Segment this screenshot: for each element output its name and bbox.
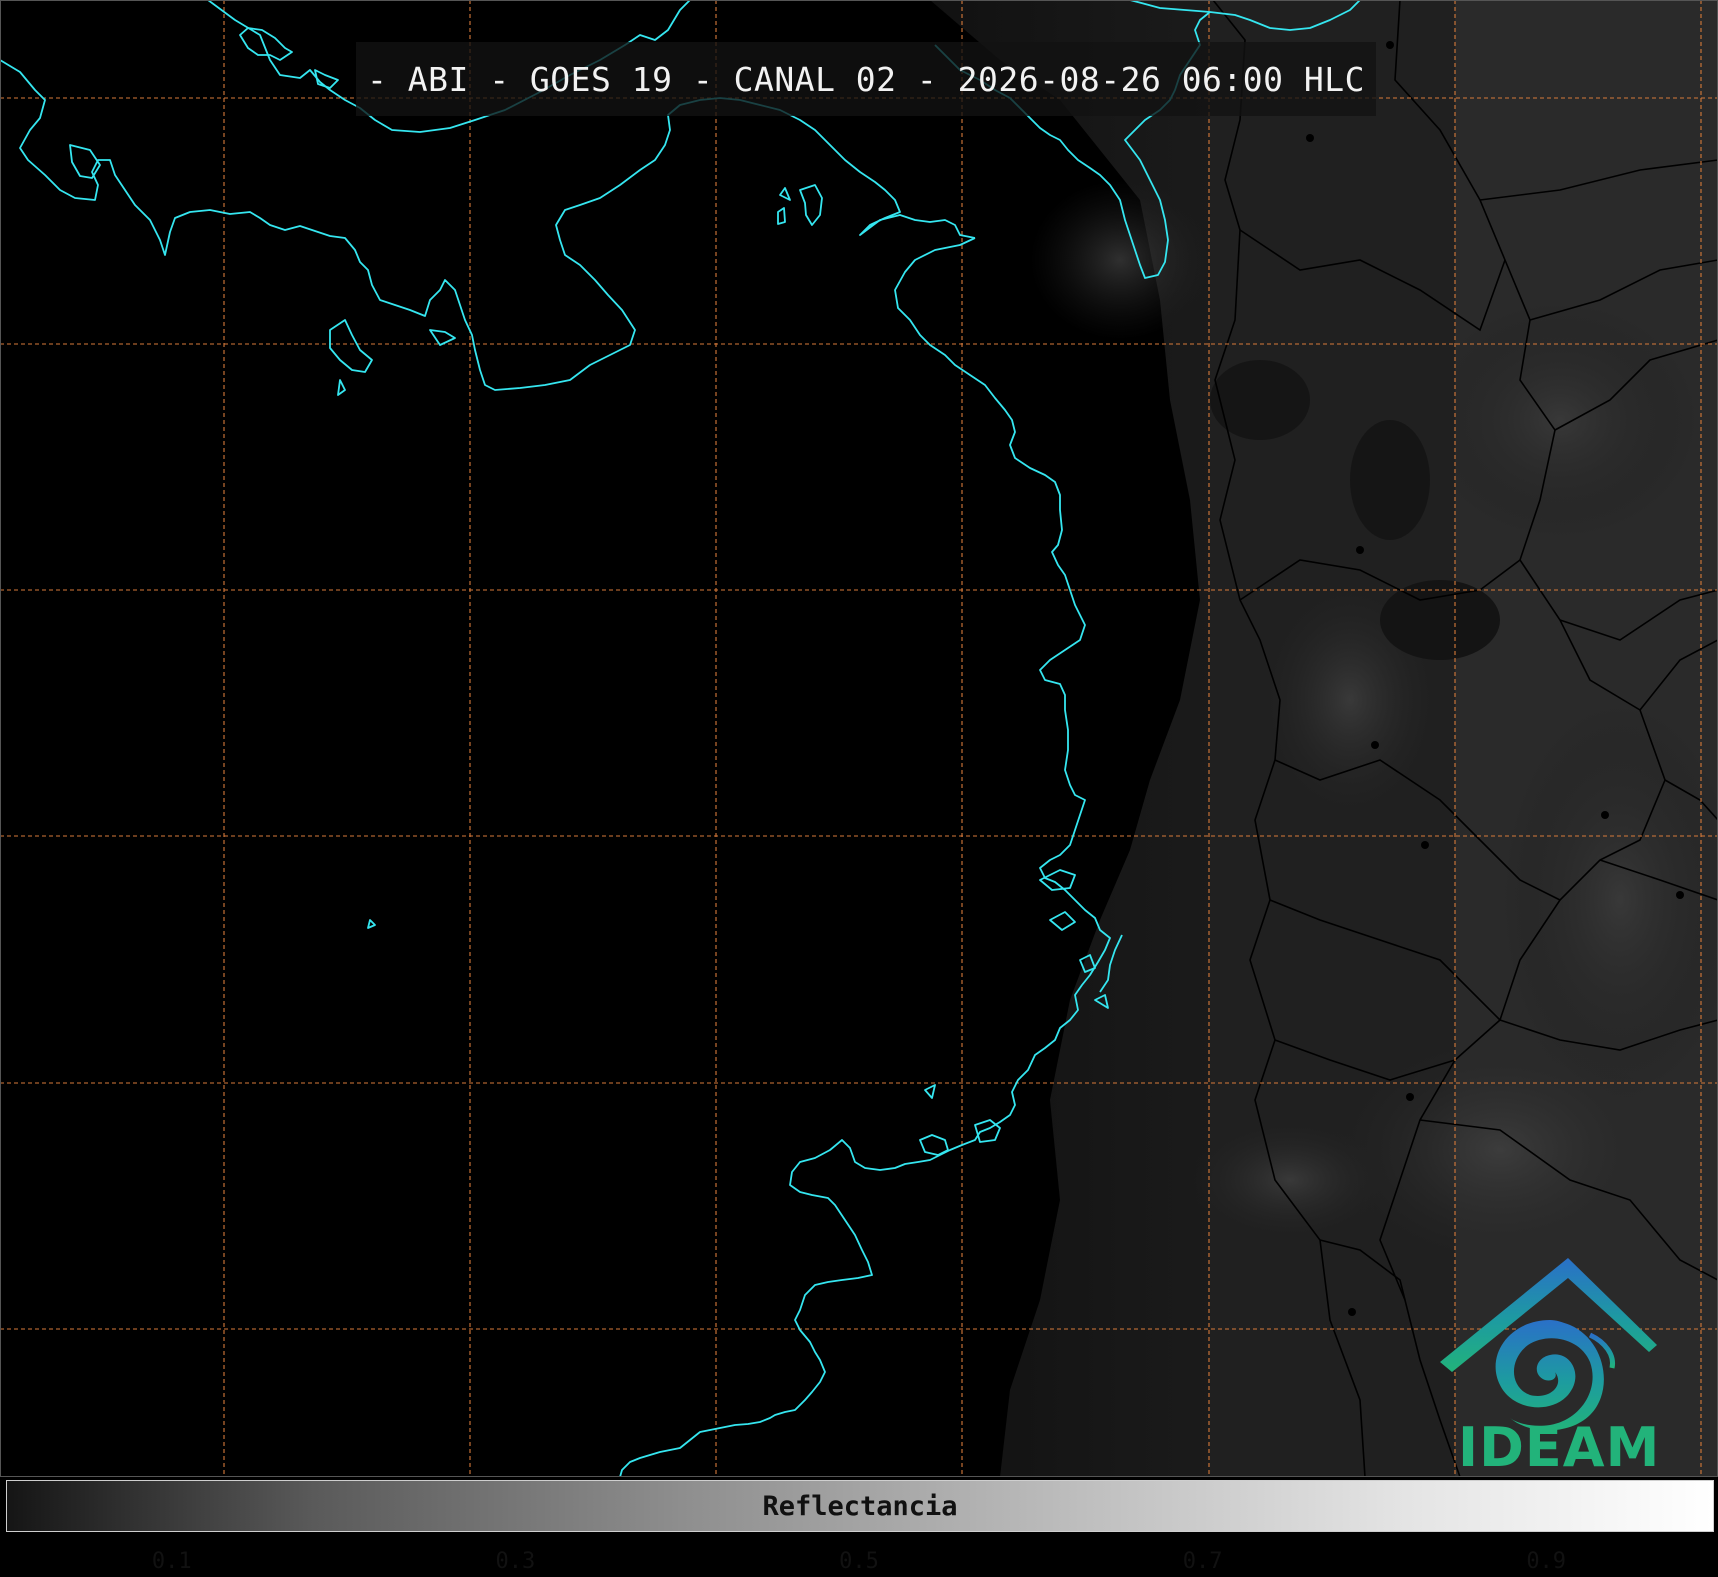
map-title: - ABI - GOES 19 - CANAL 02 - 2026-08-26 …	[366, 59, 1366, 99]
colorbar-tick-label: 0.3	[496, 1549, 536, 1574]
dark-patch	[1350, 420, 1430, 540]
logo-text: IDEAM	[1458, 1416, 1661, 1479]
cloud-patch	[1030, 180, 1210, 340]
title-box: - ABI - GOES 19 - CANAL 02 - 2026-08-26 …	[356, 42, 1376, 116]
cloud-patch	[1330, 1030, 1670, 1270]
colorbar: Reflectancia	[6, 1480, 1714, 1532]
colorbar-tick-label: 0.5	[839, 1549, 879, 1574]
dark-patch	[1380, 580, 1500, 660]
dark-patch	[1210, 360, 1310, 440]
colorbar-tick-label: 0.7	[1183, 1549, 1223, 1574]
cloud-patch	[1190, 1120, 1390, 1240]
colorbar-tick-label: 0.1	[152, 1549, 192, 1574]
colorbar-label: Reflectancia	[762, 1490, 958, 1522]
colorbar-tick-label: 0.9	[1526, 1549, 1566, 1574]
cloud-patch	[1420, 300, 1700, 540]
colorbar-ticks: 0.1 0.3 0.5 0.7 0.9	[0, 1532, 1718, 1574]
